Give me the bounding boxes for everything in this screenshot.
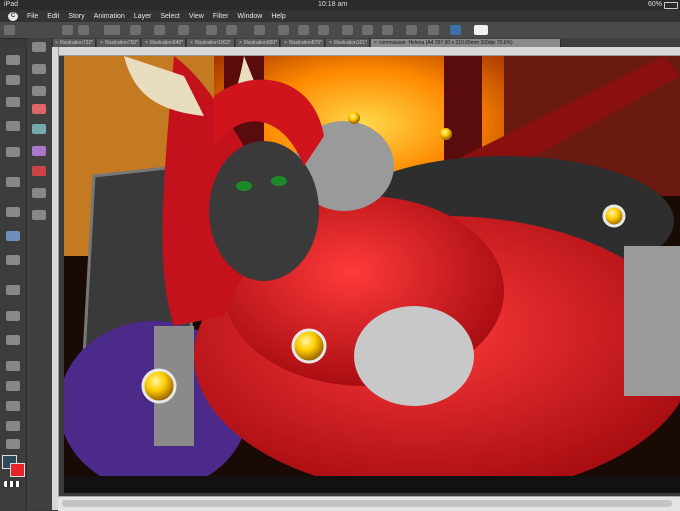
device-name: iPad <box>4 1 19 8</box>
tab-document[interactable]: × Illustration732* <box>52 39 96 47</box>
menu-story[interactable]: Story <box>68 13 84 20</box>
menu-select[interactable]: Select <box>160 13 179 20</box>
battery-level: 60% <box>648 1 663 8</box>
tab-document[interactable]: × Illustration1003* <box>187 39 235 47</box>
tab-document[interactable]: × Illustration876* <box>281 39 325 47</box>
menu-view[interactable]: View <box>189 13 204 20</box>
color-wheel-icon[interactable] <box>32 104 46 114</box>
layer-property-icon[interactable] <box>32 188 46 198</box>
rotate-icon[interactable] <box>6 97 20 107</box>
correct-line-icon[interactable] <box>6 439 20 449</box>
battery-icon <box>664 2 678 9</box>
zoom-icon[interactable] <box>6 55 20 65</box>
ruler-tool-icon[interactable] <box>6 381 20 391</box>
transparent-color-icon[interactable] <box>4 481 22 487</box>
color-set-icon[interactable] <box>32 124 46 134</box>
new-canvas-icon[interactable] <box>154 25 165 35</box>
airbrush-icon[interactable] <box>6 231 20 241</box>
close-tab-icon[interactable]: × <box>374 39 378 47</box>
pen-icon[interactable] <box>6 177 20 187</box>
tab-document[interactable]: × Illustration960* <box>236 39 280 47</box>
special-ruler-icon[interactable] <box>428 25 439 35</box>
tab-document[interactable]: × Illustration101* <box>326 39 370 47</box>
close-tab-icon[interactable]: × <box>190 39 194 47</box>
deselect-icon[interactable] <box>362 25 373 35</box>
menu-animation[interactable]: Animation <box>94 13 125 20</box>
menu-icon[interactable] <box>4 25 15 35</box>
ruler-snap-icon[interactable] <box>406 25 417 35</box>
main-color-swatch[interactable] <box>10 463 25 477</box>
view-eye-icon[interactable] <box>104 25 120 35</box>
transform-icon[interactable] <box>278 25 289 35</box>
move-icon[interactable] <box>6 75 20 85</box>
brush-subtool-icon[interactable] <box>32 42 46 52</box>
sub-tool-palette <box>27 38 53 510</box>
drawing-canvas[interactable] <box>64 56 680 493</box>
balloon-icon[interactable] <box>6 421 20 431</box>
close-tab-icon[interactable]: × <box>329 39 333 47</box>
brush-icon[interactable] <box>6 207 20 217</box>
help-icon[interactable] <box>474 25 488 35</box>
ios-status-bar: iPad 10:18 am 60% <box>0 0 680 10</box>
close-tab-icon[interactable]: × <box>145 39 149 47</box>
close-tab-icon[interactable]: × <box>55 39 59 47</box>
fill-icon[interactable] <box>298 25 309 35</box>
tab-active-document[interactable]: × commission- Helena (A4 297.00 x 210.00m… <box>371 39 561 47</box>
gradient-icon[interactable] <box>6 335 20 345</box>
fill-bucket-icon[interactable] <box>6 311 20 321</box>
eraser-icon[interactable] <box>6 285 20 295</box>
copy-icon[interactable] <box>178 25 189 35</box>
undo-icon[interactable] <box>206 25 217 35</box>
menu-file[interactable]: File <box>27 13 38 20</box>
lasso-icon[interactable] <box>32 86 46 96</box>
pen-pressure-icon[interactable] <box>450 25 461 35</box>
clock: 10:18 am <box>318 1 348 8</box>
menu-edit[interactable]: Edit <box>47 13 59 20</box>
open-file-icon[interactable] <box>78 25 89 35</box>
save-icon[interactable] <box>130 25 141 35</box>
new-file-icon[interactable] <box>62 25 73 35</box>
figure-icon[interactable] <box>6 361 20 371</box>
color-history-icon[interactable] <box>32 166 46 176</box>
menu-help[interactable]: Help <box>271 13 285 20</box>
close-tab-icon[interactable]: × <box>100 39 104 47</box>
select-all-icon[interactable] <box>342 25 353 35</box>
menu-bar: C File Edit Story Animation Layer Select… <box>0 10 680 22</box>
invert-selection-icon[interactable] <box>382 25 393 35</box>
scrollbar-thumb[interactable] <box>62 500 672 507</box>
close-tab-icon[interactable]: × <box>239 39 243 47</box>
text-tool-icon[interactable] <box>6 401 20 411</box>
layer-icon[interactable] <box>32 210 46 220</box>
dropper-subtool-icon[interactable] <box>32 64 46 74</box>
vertical-ruler <box>52 47 59 510</box>
tab-document[interactable]: × Illustration940* <box>142 39 186 47</box>
canvas-artwork <box>64 56 680 493</box>
clear-icon[interactable] <box>254 25 265 35</box>
horizontal-ruler <box>58 47 680 56</box>
tab-document[interactable]: × Illustration750* <box>97 39 141 47</box>
blend-icon[interactable] <box>6 255 20 265</box>
redo-icon[interactable] <box>226 25 237 35</box>
crop-icon[interactable] <box>318 25 329 35</box>
close-tab-icon[interactable]: × <box>284 39 288 47</box>
tool-palette <box>0 47 27 510</box>
menu-filter[interactable]: Filter <box>213 13 229 20</box>
menu-window[interactable]: Window <box>237 13 262 20</box>
eyedropper-icon[interactable] <box>6 121 20 131</box>
app-logo-icon[interactable]: C <box>8 11 18 21</box>
menu-layer[interactable]: Layer <box>134 13 152 20</box>
intermediate-color-icon[interactable] <box>32 146 46 156</box>
command-bar <box>0 22 680 39</box>
pencil-icon[interactable] <box>6 147 20 157</box>
document-tabs: × Illustration732* × Illustration750* × Ill… <box>52 38 680 47</box>
horizontal-scrollbar[interactable] <box>58 496 680 511</box>
